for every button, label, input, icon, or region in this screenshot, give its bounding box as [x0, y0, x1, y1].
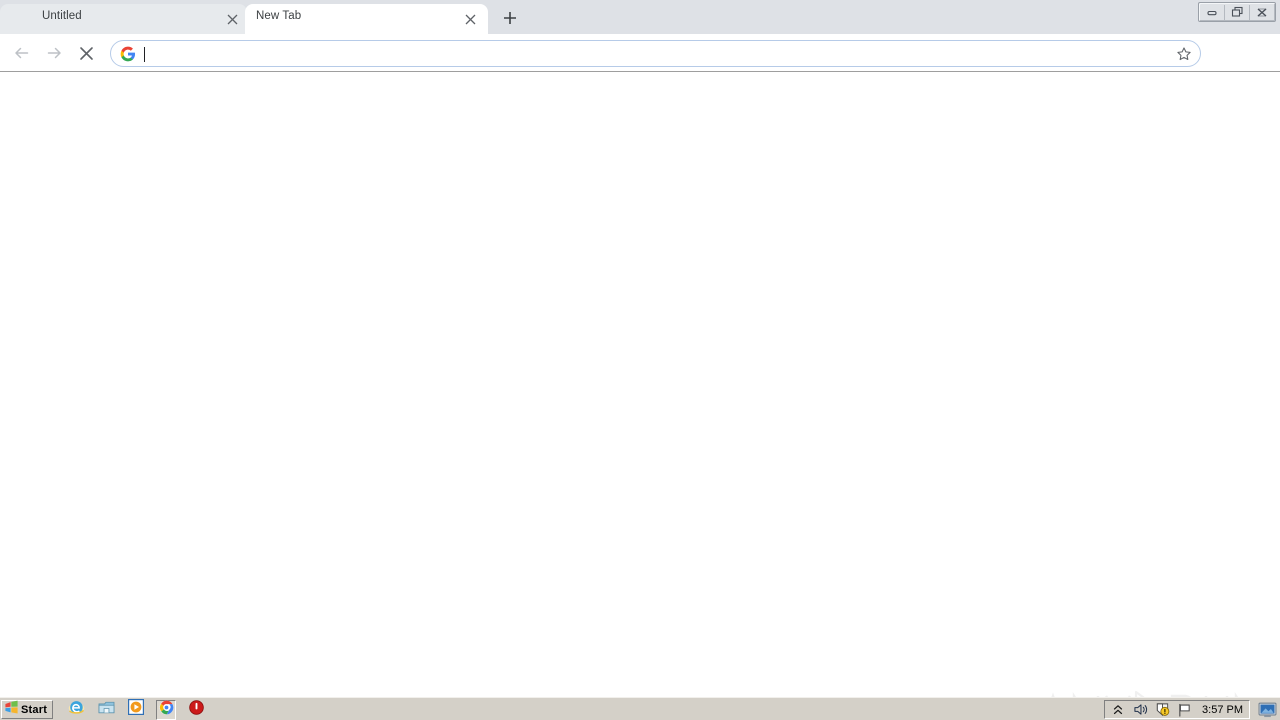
taskbar-item-show-desktop[interactable]: [96, 700, 116, 720]
show-hidden-icons-button[interactable]: [1110, 702, 1126, 718]
red-power-icon: [188, 699, 204, 720]
google-g-icon: [120, 46, 136, 62]
taskbar-item-internet-explorer[interactable]: [66, 700, 86, 720]
window-restore-button[interactable]: [1224, 4, 1249, 20]
tab-close-button-new-tab[interactable]: [462, 11, 478, 27]
ie-e-icon: [68, 699, 85, 720]
quick-launch-bar: [66, 699, 206, 720]
text-cursor: [144, 47, 145, 62]
monitor-icon[interactable]: [1256, 701, 1278, 719]
chrome-browser-window: Untitled New Tab: [0, 0, 1280, 697]
page-viewport: [0, 72, 1280, 697]
anyrun-watermark: [1036, 686, 1246, 697]
screen: Untitled New Tab Start 3:57 PM: [0, 0, 1280, 720]
window-minimize-button[interactable]: [1200, 4, 1224, 20]
taskbar-item-google-chrome[interactable]: [156, 699, 176, 720]
stop-loading-button[interactable]: [74, 41, 98, 65]
tab-strip: Untitled New Tab: [0, 0, 1280, 34]
action-center-flag-icon[interactable]: [1176, 702, 1192, 718]
security-shield-warning-icon[interactable]: [1154, 702, 1170, 718]
windows-flag-icon: [4, 700, 19, 720]
tab-title: Untitled: [42, 10, 82, 22]
window-close-button[interactable]: [1249, 4, 1274, 20]
start-button[interactable]: Start: [1, 700, 54, 720]
start-button-label: Start: [21, 703, 48, 716]
media-player-icon: [128, 699, 145, 720]
chrome-icon: [159, 700, 174, 720]
taskbar-clock[interactable]: 3:57 PM: [1202, 704, 1243, 716]
windows-taskbar: Start 3:57 PM: [0, 697, 1280, 720]
window-controls: [1198, 2, 1276, 22]
tab-title: New Tab: [256, 10, 302, 22]
tab-untitled[interactable]: Untitled: [0, 0, 247, 34]
volume-icon[interactable]: [1132, 702, 1148, 718]
browser-toolbar: [0, 34, 1280, 97]
taskbar-item-shutdown-tool[interactable]: [186, 699, 206, 720]
tab-close-button-untitled[interactable]: [224, 11, 240, 27]
new-tab-button[interactable]: [499, 7, 521, 29]
tab-new-tab[interactable]: New Tab: [245, 0, 488, 34]
back-button[interactable]: [10, 41, 34, 65]
taskbar-item-windows-media-player[interactable]: [126, 699, 146, 720]
bookmark-star-icon[interactable]: [1175, 45, 1193, 63]
address-bar[interactable]: [110, 40, 1201, 67]
folder-icon: [98, 700, 115, 720]
forward-button[interactable]: [42, 41, 66, 65]
system-tray: 3:57 PM: [1104, 700, 1250, 719]
